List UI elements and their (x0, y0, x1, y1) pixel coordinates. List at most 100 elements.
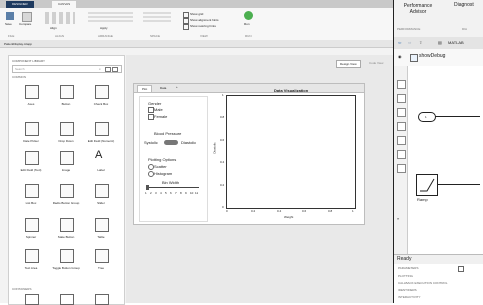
component-toggle-group[interactable]: Toggle Button Group (51, 249, 81, 279)
component-spinner[interactable]: Spinner (16, 218, 46, 248)
component-text-field[interactable]: Edit Field (Text) (16, 151, 46, 181)
component-state-button[interactable]: State Button (51, 218, 81, 248)
diastolic-label: Diastolic (181, 140, 197, 145)
prop-group[interactable]: PARAMETERS (398, 266, 418, 270)
prop-group[interactable]: INTERACTIVITY (398, 295, 421, 299)
ramp-block[interactable] (416, 174, 438, 196)
zoom-icon[interactable] (397, 80, 406, 89)
group-view-label: VIEW (200, 34, 208, 38)
label-icon: A (95, 149, 103, 161)
search-input[interactable]: Search ⌕ (12, 65, 122, 73)
component-text-area[interactable]: Text Area (16, 249, 46, 279)
component-numeric-field[interactable]: Edit Field (Numeric) (86, 122, 116, 152)
component-listbox[interactable]: List Box (16, 184, 46, 214)
show-alignment-label: Show alignment hints (190, 18, 219, 22)
group-space-label: SPACE (150, 34, 160, 38)
component-checkbox[interactable]: Check Box (86, 85, 116, 115)
ramp-block-label: Ramp (417, 197, 428, 202)
performance-advisor-button[interactable]: Performance Advisor (398, 3, 438, 15)
group-arrange-label: ARRANGE (98, 34, 113, 38)
component-radio-group-label: Radio Button Group (52, 201, 80, 205)
plot-axes[interactable] (226, 95, 356, 209)
list-view-icon[interactable] (105, 67, 111, 72)
component-date-picker[interactable]: Date Picker (16, 122, 46, 152)
signal-line[interactable] (437, 184, 480, 185)
save-button[interactable]: Save (5, 22, 12, 26)
fit-to-view-icon[interactable] (397, 94, 406, 103)
y-tick: 1 (222, 93, 224, 97)
plotting-options-title: Plotting Options (148, 157, 177, 162)
grid-layout-icon[interactable] (25, 294, 39, 305)
state-button-icon (60, 218, 74, 232)
x-tick: 0.2 (251, 209, 256, 213)
component-state-button-label: State Button (57, 235, 75, 239)
hide-browser-icon[interactable]: ◉ (398, 54, 402, 59)
tab-plot[interactable]: Plot (137, 85, 153, 92)
date-picker-icon (25, 122, 39, 136)
back-arrow-icon[interactable]: ⇦ (398, 40, 401, 45)
component-label[interactable]: A Label (86, 149, 116, 181)
component-image[interactable]: Image (51, 151, 81, 181)
app-ui-figure[interactable]: Plot Data + Gender Male Female Blood Pre… (133, 83, 365, 225)
expand-palette-icon[interactable]: » (397, 216, 399, 221)
component-dropdown[interactable]: Drop Down (51, 122, 81, 152)
component-tree[interactable]: Tree (86, 249, 116, 279)
search-icon[interactable]: ⌕ (99, 67, 101, 71)
add-tab-icon[interactable]: + (176, 85, 178, 89)
breadcrumb-model[interactable]: showDebug (419, 54, 445, 59)
component-slider[interactable]: Slider (86, 184, 116, 214)
prop-group[interactable]: IDENTIFIERS (398, 288, 417, 292)
scatter-label: Scatter (154, 164, 167, 169)
compare-icon[interactable] (22, 12, 32, 22)
slider-tick: 3 (155, 191, 157, 195)
male-label: Male (154, 107, 163, 112)
annotation-icon[interactable] (397, 122, 406, 131)
tab-data[interactable]: Data (156, 85, 170, 91)
design-view-button[interactable]: Design View (336, 60, 361, 68)
inport-block[interactable]: 1 (418, 112, 436, 122)
space-controls[interactable] (143, 12, 171, 24)
signal-line[interactable] (435, 116, 480, 117)
diagnostics-button[interactable]: Diagnost (454, 3, 474, 8)
image-insert-icon[interactable] (397, 136, 406, 145)
ramp-icon (420, 178, 435, 192)
component-axes[interactable]: Axes (16, 85, 46, 115)
arrow-icon[interactable] (397, 108, 406, 117)
save-icon[interactable] (6, 12, 14, 20)
file-tab[interactable]: PatientDisplay.mlapp (4, 42, 32, 46)
table-icon (95, 218, 109, 232)
checkbox-tool-icon[interactable] (397, 150, 406, 159)
section-common: COMMON (12, 75, 26, 79)
bin-width-slider[interactable] (147, 187, 199, 188)
prop-group[interactable]: CALLBACK EXECUTION CONTROL (398, 281, 448, 285)
code-view-button[interactable]: Code View (366, 60, 386, 66)
bp-switch[interactable] (164, 140, 178, 145)
tab-group-icon[interactable] (95, 294, 109, 305)
component-numeric-field-label: Edit Field (Numeric) (87, 139, 115, 143)
component-button[interactable]: Button (51, 85, 81, 115)
prop-checkbox[interactable] (458, 266, 464, 272)
show-resizing-checkbox[interactable] (183, 24, 189, 30)
area-icon[interactable] (397, 164, 406, 173)
run-button[interactable]: Run (244, 22, 250, 26)
component-radio-group[interactable]: Radio Button Group (51, 184, 81, 214)
path-segment[interactable]: MATLAB (448, 40, 464, 45)
compare-button[interactable]: Compare (19, 22, 31, 26)
align-icons[interactable] (45, 12, 75, 24)
forward-arrow-icon[interactable]: ⇨ (408, 40, 411, 45)
simulink-canvas[interactable]: 1 Ramp (408, 66, 483, 254)
align-button[interactable]: Align (50, 26, 57, 30)
up-arrow-icon[interactable]: ⇧ (419, 40, 422, 45)
panel-icon[interactable] (60, 294, 74, 305)
prop-group[interactable]: PLOTTING (398, 274, 413, 278)
component-table[interactable]: Table (86, 218, 116, 248)
arrange-controls[interactable] (88, 12, 133, 24)
grid-view-icon[interactable] (112, 67, 118, 72)
run-icon[interactable] (244, 11, 253, 20)
bin-width-slider-thumb[interactable] (146, 185, 149, 190)
listbox-icon (25, 184, 39, 198)
apply-button[interactable]: Apply (100, 26, 108, 30)
tab-designer[interactable]: DESIGNER (6, 1, 34, 8)
tab-canvas[interactable]: CANVAS (52, 1, 77, 8)
y-tick: 0.2 (220, 183, 225, 187)
